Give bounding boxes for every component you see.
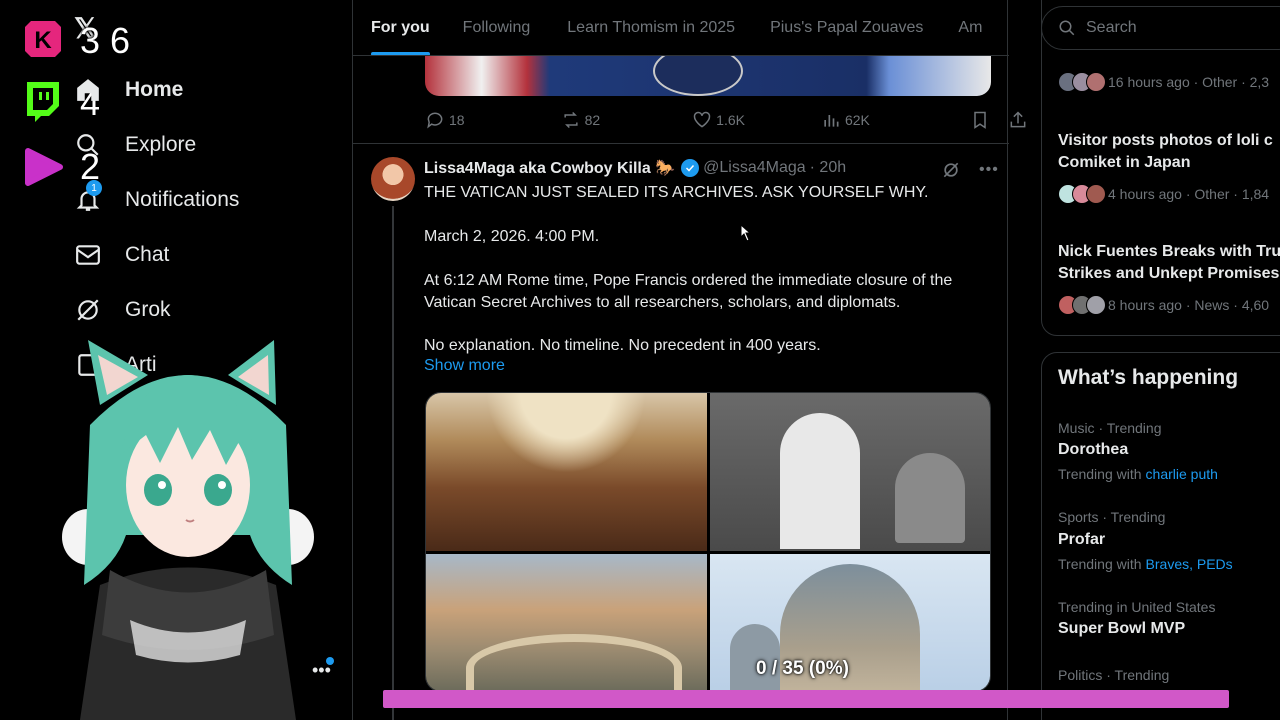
trend-name[interactable]: Super Bowl MVP xyxy=(1058,620,1185,638)
news-item-title[interactable]: Nick Fuentes Breaks with Tru xyxy=(1058,241,1280,263)
news-item-meta[interactable]: 4 hours ago · Other · 1,84 xyxy=(1058,184,1269,204)
svg-text:K: K xyxy=(34,27,52,54)
nav-explore-label: Explore xyxy=(125,133,197,156)
tweet-top-actions: ••• xyxy=(941,160,999,180)
trend-category: Music · Trending xyxy=(1058,420,1162,436)
views-icon xyxy=(824,115,839,127)
nav-home[interactable]: Home xyxy=(72,70,183,110)
show-more-link[interactable]: Show more xyxy=(424,357,505,375)
kick-viewer-count: 3 xyxy=(80,20,101,61)
nav-grok-label: Grok xyxy=(125,298,171,321)
nav-chat-label: Chat xyxy=(125,243,170,266)
timeline: For you Following Learn Thomism in 2025 … xyxy=(352,0,1026,720)
reply-button[interactable]: 18 xyxy=(425,110,465,130)
avatar[interactable] xyxy=(371,157,415,201)
envelope-icon xyxy=(72,239,104,271)
tweet-image-square[interactable] xyxy=(426,554,707,691)
trend-category: Politics · Trending xyxy=(1058,667,1170,683)
news-item-title[interactable]: Strikes and Unkept Promises xyxy=(1058,263,1279,285)
views-count: 62K xyxy=(844,112,870,128)
tweet-text-line: March 2, 2026. 4:00 PM. xyxy=(424,228,600,245)
trend-with: Trending with Braves, PEDs xyxy=(1058,556,1233,572)
grok-icon[interactable] xyxy=(941,160,961,180)
verified-badge-icon xyxy=(681,159,700,177)
tab-for-you[interactable]: For you xyxy=(371,0,430,55)
tweet-image-dome[interactable] xyxy=(710,554,990,691)
nav-notifications[interactable]: 1 Notifications xyxy=(72,180,239,220)
grok-icon xyxy=(72,294,104,326)
notification-badge: 1 xyxy=(86,180,102,196)
mouse-cursor-icon xyxy=(740,225,752,242)
bookmark-button[interactable] xyxy=(970,110,994,130)
nav-home-label: Home xyxy=(125,78,184,101)
youtube-icon xyxy=(22,146,64,188)
repost-icon xyxy=(563,111,578,129)
thread-line xyxy=(392,206,394,720)
nav-explore[interactable]: Explore xyxy=(72,125,196,165)
previous-tweet-actions: 18 82 1.6K 62K xyxy=(425,108,1026,132)
views-button[interactable]: 62K xyxy=(821,110,870,130)
trend-name[interactable]: Dorothea xyxy=(1058,441,1128,459)
kick-icon: K xyxy=(22,18,64,60)
previous-tweet-media[interactable] xyxy=(425,56,991,96)
tweet-text-line: THE VATICAN JUST SEALED ITS ARCHIVES. AS… xyxy=(424,184,929,201)
timeline-tabs: For you Following Learn Thomism in 2025 … xyxy=(353,0,1009,56)
home-icon xyxy=(72,74,104,106)
trend-with: Trending with charlie puth xyxy=(1058,466,1218,482)
vtuber-avatar xyxy=(62,340,314,720)
reply-count: 18 xyxy=(449,112,465,128)
tweet-image-library[interactable] xyxy=(426,393,707,551)
share-button[interactable] xyxy=(1008,110,1032,130)
tweet-timestamp[interactable]: · 20h xyxy=(810,159,846,177)
tweet-text-line: At 6:12 AM Rome time, Pope Francis order… xyxy=(424,272,953,289)
more-options-icon[interactable]: ••• xyxy=(979,161,999,179)
nav-notifications-label: Notifications xyxy=(125,188,240,211)
heart-icon xyxy=(693,111,711,128)
news-item-meta[interactable]: 8 hours ago · News · 4,60 xyxy=(1058,295,1269,315)
tweet-header: Lissa4Maga aka Cowboy Killa 🐎 @Lissa4Mag… xyxy=(424,158,846,178)
tweet-media-grid xyxy=(425,392,991,692)
nav-chat[interactable]: Chat xyxy=(72,235,169,275)
bell-icon: 1 xyxy=(72,180,104,216)
news-item-title[interactable]: Comiket in Japan xyxy=(1058,152,1190,174)
tweet-author-handle[interactable]: @Lissa4Maga xyxy=(703,159,806,177)
reply-icon xyxy=(427,112,443,129)
twitch-icon xyxy=(22,80,64,122)
tweet-image-pope[interactable] xyxy=(710,393,990,551)
tab-following[interactable]: Following xyxy=(463,0,531,55)
repost-count: 82 xyxy=(584,112,601,128)
bookmark-icon xyxy=(974,111,986,129)
progress-text: 0 / 35 (0%) xyxy=(756,658,849,679)
total-viewer-count: 6 xyxy=(110,20,131,61)
progress-bar xyxy=(383,690,1229,708)
news-item-title[interactable]: Visitor posts photos of loli c xyxy=(1058,130,1273,152)
trend-category: Sports · Trending xyxy=(1058,509,1166,525)
news-item-meta[interactable]: 16 hours ago · Other · 2,3 xyxy=(1058,72,1269,92)
like-count: 1.6K xyxy=(716,112,745,128)
tab-papal-zouaves[interactable]: Pius's Papal Zouaves xyxy=(770,0,923,55)
tweet-author-name[interactable]: Lissa4Maga aka Cowboy Killa 🐎 xyxy=(424,158,675,178)
tweet-text-line: Vatican Secret Archives to all researche… xyxy=(424,294,901,311)
tab-more-list[interactable]: Am xyxy=(958,0,982,55)
trend-name[interactable]: Profar xyxy=(1058,531,1105,549)
tab-learn-thomism[interactable]: Learn Thomism in 2025 xyxy=(567,0,735,55)
share-icon xyxy=(1010,111,1026,128)
nav-grok[interactable]: Grok xyxy=(72,290,171,330)
search-icon xyxy=(72,129,104,161)
trend-link[interactable]: charlie puth xyxy=(1146,466,1218,482)
unread-dot xyxy=(326,657,334,665)
trend-category: Trending in United States xyxy=(1058,599,1216,615)
tweet-text-line: No explanation. No timeline. No preceden… xyxy=(424,337,821,354)
repost-button[interactable]: 82 xyxy=(561,110,601,130)
like-button[interactable]: 1.6K xyxy=(692,110,745,130)
tweet-divider xyxy=(353,143,1009,144)
trend-link[interactable]: Braves, PEDs xyxy=(1146,556,1233,572)
whats-happening-title: What’s happening xyxy=(1058,366,1239,389)
